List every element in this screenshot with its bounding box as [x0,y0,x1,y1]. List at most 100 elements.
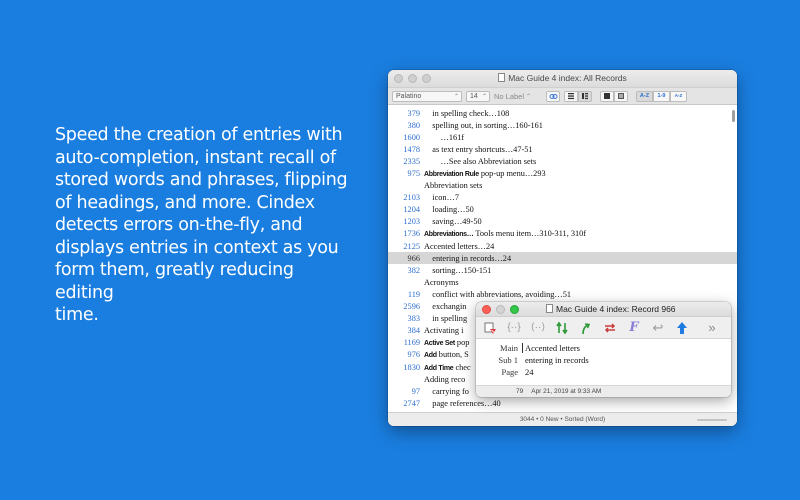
draft-view-icon[interactable] [564,90,578,102]
document-icon [498,73,506,82]
promote-icon[interactable] [576,319,596,337]
record-minimize-button[interactable] [496,305,505,314]
entry-text: carrying fo [424,387,469,396]
list-item[interactable]: 975 Abbreviation Rule pop-up menu…293 [388,167,737,179]
record-number: 2335 [403,156,420,166]
record-window: Mac Guide 4 index: Record 966 {··} ⟨··⟩ … [476,302,731,397]
entry-text: Active Set pop [424,338,469,347]
list-item[interactable]: 1478 as text entry shortcuts…47-51 [388,143,737,155]
list-item[interactable]: 1203 saving…49-50 [388,216,737,228]
sort-group: A-Z 1-9 A-Z [636,90,687,102]
scrollbar-thumb[interactable] [732,110,735,122]
entry-plain-text: entering in records…24 [424,253,512,263]
record-number: 2125 [403,241,420,251]
entry-text: …See also Abbreviation sets [424,157,537,166]
main-toolbar: Palatino ⌃ 14 ⌃ No Label ⌃ A-Z 1-9 A-Z [388,88,737,105]
list-item[interactable]: 379 in spelling check…108 [388,107,737,119]
entry-text: loading…50 [424,205,473,214]
font-select[interactable]: Palatino ⌃ [392,90,462,102]
up-arrow-icon[interactable] [672,319,692,337]
entry-bold-text: Add [424,352,437,360]
list-item[interactable]: 2103 icon…7 [388,192,737,204]
main-window-title: Mac Guide 4 index: All Records [388,73,737,83]
list-item[interactable]: 2125 Accented letters…24 [388,240,737,252]
entry-plain-text: icon…7 [424,193,460,203]
record-field[interactable]: Main Accented letters [476,342,731,354]
entry-text: Abbreviation Rule pop-up menu…293 [424,169,546,178]
record-zoom-button[interactable] [510,305,519,314]
list-item[interactable]: 2335 …See also Abbreviation sets [388,155,737,167]
angle-brackets-icon[interactable]: ⟨··⟩ [528,319,548,337]
entry-text: Abbreviations… Tools menu item…310-311, … [424,229,586,238]
entry-text: Activating i [424,326,463,335]
list-item[interactable]: 380 spelling out, in sorting…160-161 [388,119,737,131]
layout-group [600,90,628,102]
entry-plain-text: as text entry shortcuts…47-51 [424,144,533,154]
entry-plain-text: conflict with abbreviations, avoiding…51 [424,289,572,299]
link-icon[interactable] [546,90,560,102]
entry-bold-text: Add Time [424,364,454,372]
entry-text: in spelling [424,314,467,323]
entry-text: Add Time chec [424,363,471,372]
record-number: 1169 [403,338,420,348]
promo-text: Speed the creation of entries with auto-… [55,125,348,325]
delete-record-icon[interactable] [480,319,500,337]
label-select[interactable]: No Label ⌃ [494,92,542,101]
record-field[interactable]: Sub 1 entering in records [476,354,731,366]
list-item[interactable]: 966 entering in records…24 [388,252,737,265]
resize-handle[interactable] [697,419,727,421]
entry-text: Adding reco [424,375,465,384]
field-label: Page [501,367,518,377]
entry-plain-text: in spelling check…108 [424,108,510,118]
list-item[interactable]: 382 sorting…150-151 [388,264,737,276]
record-field[interactable]: Page 24 [476,366,731,378]
list-item[interactable]: 119 conflict with abbreviations, avoidin… [388,288,737,300]
swap-icon[interactable] [552,319,572,337]
record-close-button[interactable] [482,305,491,314]
list-item[interactable]: 2747 page references…40 [388,397,737,409]
entry-plain-text: Adding reco [424,374,466,384]
chevron-icon: ⌃ [526,93,532,100]
overflow-icon[interactable]: » [702,319,722,337]
full-format-icon[interactable] [600,90,614,102]
record-number: 2103 [403,193,420,203]
record-fields[interactable]: Main Accented letters Sub 1 entering in rec… [476,339,731,383]
list-item[interactable]: Acronyms [388,276,737,288]
undo-icon[interactable]: ↩ [648,319,668,337]
record-number: 1830 [403,362,420,372]
entry-plain-text: Accented letters…24 [424,241,495,251]
record-statusbar: 79 Apr 21, 2019 at 9:33 AM [476,385,731,397]
entry-text: Add button, S [424,350,469,359]
field-value[interactable]: Accented letters [522,343,580,353]
list-item[interactable]: 1204 loading…50 [388,204,737,216]
document-icon [546,304,553,313]
font-icon[interactable]: F [624,319,644,337]
entry-plain-text: Tools menu item…310-311, 310f [473,229,587,239]
rotate-icon[interactable] [600,319,620,337]
list-item[interactable]: 1600 …161f [388,131,737,143]
record-number: 1600 [403,132,420,142]
sort-page-button[interactable]: 1-9 [653,90,670,102]
entry-plain-text: Abbreviation sets [424,181,483,191]
brackets-icon[interactable]: {··} [504,319,524,337]
list-item[interactable]: Abbreviation sets [388,180,737,192]
entry-text: Abbreviation sets [424,181,482,190]
entry-bold-text: Abbreviation Rule [424,171,479,179]
entry-text: in spelling check…108 [424,109,509,118]
indented-view-icon[interactable] [578,90,592,102]
record-number: 1204 [403,205,420,215]
sort-alpha-button[interactable]: A-Z [636,90,653,102]
list-item[interactable]: 1736 Abbreviations… Tools menu item…310-3… [388,228,737,240]
field-label: Sub 1 [498,355,518,365]
entry-text: …161f [424,133,465,142]
entry-plain-text: pop-up menu…293 [478,169,546,179]
size-select[interactable]: 14 ⌃ [466,90,490,102]
entry-text: sorting…150-151 [424,266,491,275]
field-value[interactable]: entering in records [522,355,589,365]
unformatted-icon[interactable] [614,90,628,102]
field-value[interactable]: 24 [522,367,534,377]
entry-plain-text: carrying fo [424,386,469,396]
sort-unsorted-button[interactable]: A-Z [670,90,687,102]
entry-plain-text: button, S [436,350,469,360]
record-titlebar: Mac Guide 4 index: Record 966 [476,302,731,317]
